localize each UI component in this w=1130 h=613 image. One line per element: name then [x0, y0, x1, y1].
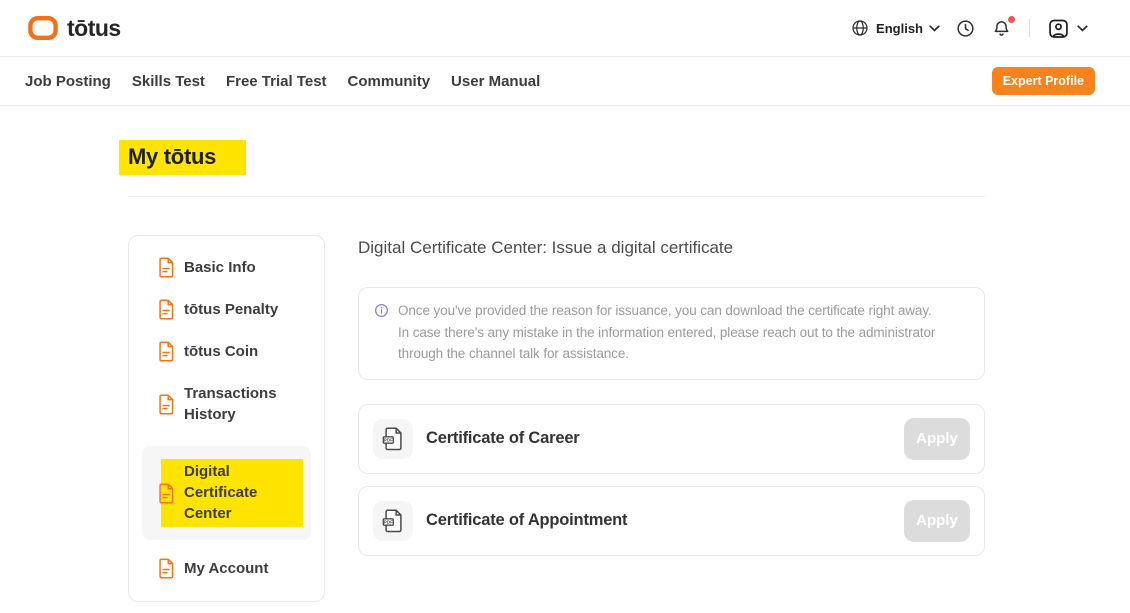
certificate-panel: Digital Certificate Center: Issue a digi…	[358, 235, 985, 602]
nav-items: Job Posting Skills Test Free Trial Test …	[25, 73, 540, 90]
notifications-button[interactable]	[991, 18, 1012, 39]
language-selector[interactable]: English	[850, 18, 940, 38]
document-icon	[158, 394, 175, 415]
brand-name: tōtus	[67, 15, 121, 42]
header-actions: English	[850, 17, 1088, 40]
nav-item-community[interactable]: Community	[348, 73, 431, 90]
expert-profile-button[interactable]: Expert Profile	[992, 67, 1095, 95]
main-nav: Job Posting Skills Test Free Trial Test …	[0, 57, 1130, 106]
sidebar-item-transactions-history[interactable]: Transactions History	[142, 383, 311, 425]
language-label: English	[876, 21, 923, 36]
account-sidebar: Basic Info tōtus Penalty	[128, 235, 325, 602]
info-notice: Once you've provided the reason for issu…	[358, 287, 985, 380]
sidebar-item-label: Digital Certificate Center	[161, 459, 303, 527]
content-layout: Basic Info tōtus Penalty	[128, 235, 985, 602]
pdf-icon-box: PDF	[373, 501, 413, 541]
apply-button-appointment[interactable]: Apply	[904, 500, 970, 542]
account-icon	[1047, 17, 1070, 40]
certificate-title: Certificate of Appointment	[426, 511, 904, 530]
sidebar-item-totus-penalty[interactable]: tōtus Penalty	[142, 299, 311, 320]
svg-text:PDF: PDF	[383, 437, 392, 442]
history-button[interactable]	[955, 18, 976, 39]
section-title: Digital Certificate Center: Issue a digi…	[358, 237, 985, 258]
header-divider	[1029, 19, 1030, 37]
sidebar-item-label: Basic Info	[184, 257, 256, 278]
document-icon	[158, 341, 175, 362]
account-menu[interactable]	[1047, 17, 1088, 40]
certificate-title: Certificate of Career	[426, 429, 904, 448]
certificate-card-career: PDF Certificate of Career Apply	[358, 404, 985, 474]
document-icon	[158, 299, 175, 320]
nav-item-free-trial-test[interactable]: Free Trial Test	[226, 73, 327, 90]
notice-text: Once you've provided the reason for issu…	[398, 300, 966, 365]
pdf-icon-box: PDF	[373, 419, 413, 459]
globe-icon	[850, 18, 870, 38]
notice-line-2: In case there's any mistake in the infor…	[398, 322, 966, 365]
page-content: My tōtus Basic Info	[0, 106, 985, 602]
sidebar-item-label: tōtus Coin	[184, 341, 258, 362]
pdf-file-icon: PDF	[382, 509, 405, 533]
nav-item-skills-test[interactable]: Skills Test	[132, 73, 205, 90]
sidebar-item-digital-certificate-center[interactable]: Digital Certificate Center	[142, 446, 311, 540]
brand-logo[interactable]: tōtus	[28, 15, 121, 42]
page-title-highlight: My tōtus	[119, 140, 246, 175]
certificate-card-appointment: PDF Certificate of Appointment Apply	[358, 486, 985, 556]
page-title: My tōtus	[128, 144, 985, 170]
svg-text:PDF: PDF	[383, 519, 392, 524]
apply-button-career[interactable]: Apply	[904, 418, 970, 460]
notification-dot	[1008, 16, 1015, 23]
sidebar-item-label: My Account	[184, 558, 268, 579]
top-header: tōtus English	[0, 0, 1130, 57]
clock-icon	[955, 18, 976, 39]
sidebar-item-totus-coin[interactable]: tōtus Coin	[142, 341, 311, 362]
notice-line-1: Once you've provided the reason for issu…	[398, 300, 966, 322]
totus-logo-icon	[28, 15, 58, 41]
info-icon	[374, 303, 389, 365]
document-icon	[158, 483, 175, 504]
sidebar-item-my-account[interactable]: My Account	[142, 558, 311, 579]
pdf-file-icon: PDF	[382, 427, 405, 451]
sidebar-item-basic-info[interactable]: Basic Info	[142, 257, 311, 278]
chevron-down-icon	[929, 25, 940, 32]
sidebar-item-label: Transactions History	[184, 383, 311, 425]
heading-divider	[128, 196, 985, 197]
chevron-down-icon	[1077, 25, 1088, 32]
document-icon	[158, 558, 175, 579]
nav-item-job-posting[interactable]: Job Posting	[25, 73, 111, 90]
document-icon	[158, 257, 175, 278]
nav-item-user-manual[interactable]: User Manual	[451, 73, 540, 90]
sidebar-item-label: tōtus Penalty	[184, 299, 278, 320]
